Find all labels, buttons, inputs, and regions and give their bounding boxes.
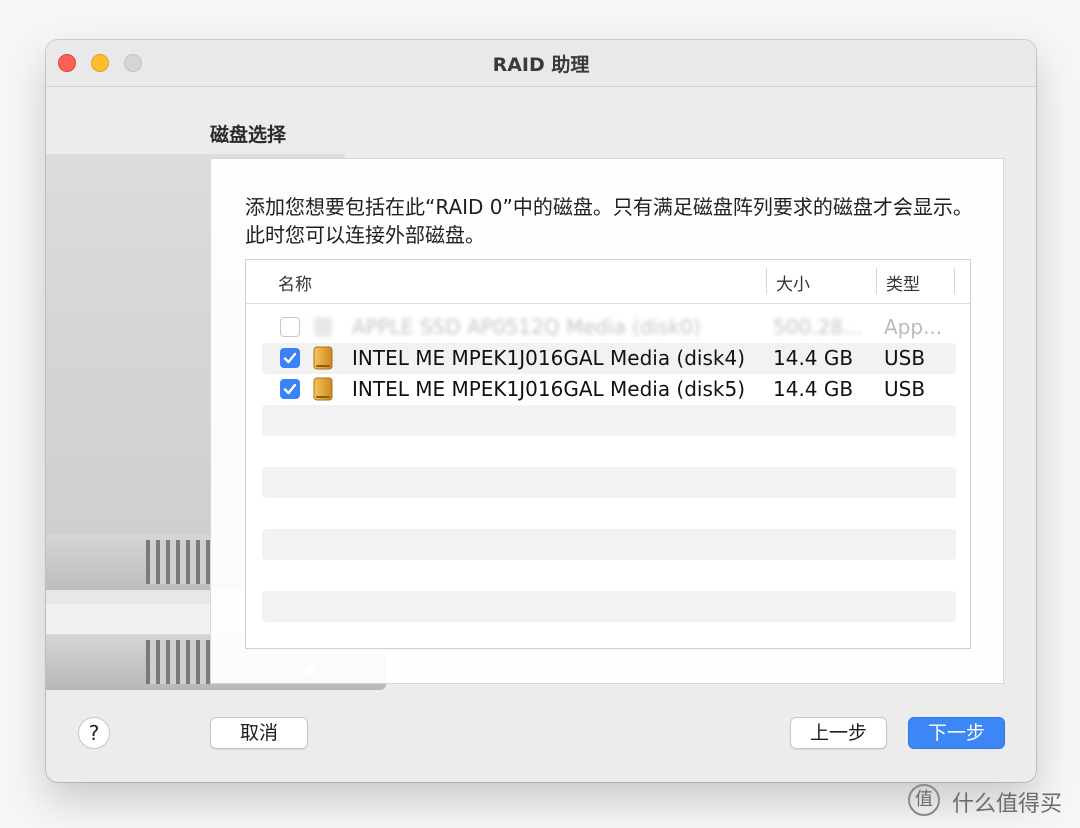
- column-divider[interactable]: [954, 268, 955, 294]
- disk-type: USB: [884, 346, 926, 370]
- column-header-type[interactable]: 类型: [886, 270, 920, 295]
- empty-row: [262, 591, 956, 622]
- disk-selection-panel: 添加您想要包括在此“RAID 0”中的磁盘。只有满足磁盘阵列要求的磁盘才会显示。…: [210, 158, 1004, 684]
- internal-disk-icon: [314, 317, 332, 337]
- disk-table: 名称 大小 类型 APPLE SSD AP0512Q Media (disk0)…: [245, 259, 971, 649]
- empty-row: [262, 467, 956, 498]
- section-title: 磁盘选择: [210, 124, 287, 146]
- column-divider[interactable]: [876, 268, 877, 294]
- watermark-text: 什么值得买: [952, 792, 1063, 817]
- disk-type: App...: [884, 315, 943, 339]
- table-row: APPLE SSD AP0512Q Media (disk0) 500.28..…: [262, 312, 956, 343]
- external-disk-icon: [313, 346, 333, 370]
- cancel-button[interactable]: 取消: [210, 717, 308, 749]
- disk-name: APPLE SSD AP0512Q Media (disk0): [352, 315, 701, 339]
- external-disk-icon: [313, 377, 333, 401]
- back-button[interactable]: 上一步: [790, 717, 887, 749]
- table-row[interactable]: INTEL ME MPEK1J016GAL Media (disk5) 14.4…: [262, 374, 956, 405]
- help-button[interactable]: ?: [78, 717, 110, 749]
- disk-name: INTEL ME MPEK1J016GAL Media (disk4): [352, 346, 746, 370]
- disk-size: 500.28...: [773, 315, 863, 339]
- column-divider[interactable]: [766, 268, 767, 294]
- table-row[interactable]: INTEL ME MPEK1J016GAL Media (disk4) 14.4…: [262, 343, 956, 374]
- disk-type: USB: [884, 377, 926, 401]
- column-header-size[interactable]: 大小: [776, 270, 810, 295]
- disk-size: 14.4 GB: [773, 377, 854, 401]
- disk-checkbox: [280, 317, 300, 337]
- description-text: 添加您想要包括在此“RAID 0”中的磁盘。只有满足磁盘阵列要求的磁盘才会显示。…: [245, 195, 973, 247]
- title-bar: RAID 助理: [46, 40, 1036, 87]
- column-header-name[interactable]: 名称: [278, 270, 312, 295]
- empty-row: [262, 405, 956, 436]
- empty-row: [262, 529, 956, 560]
- disk-checkbox[interactable]: [280, 379, 300, 399]
- checkmark-icon: [283, 352, 297, 364]
- table-header: 名称 大小 类型: [246, 260, 970, 304]
- disk-checkbox[interactable]: [280, 348, 300, 368]
- raid-assistant-window: RAID 助理 磁盘选择 添加您想要包括在此“RAID 0”中的磁盘。只有满足磁…: [46, 40, 1036, 782]
- disk-size: 14.4 GB: [773, 346, 854, 370]
- next-button[interactable]: 下一步: [908, 717, 1005, 749]
- watermark-logo: 值: [908, 784, 940, 816]
- disk-name: INTEL ME MPEK1J016GAL Media (disk5): [352, 377, 746, 401]
- window-title: RAID 助理: [492, 54, 590, 76]
- checkmark-icon: [283, 383, 297, 395]
